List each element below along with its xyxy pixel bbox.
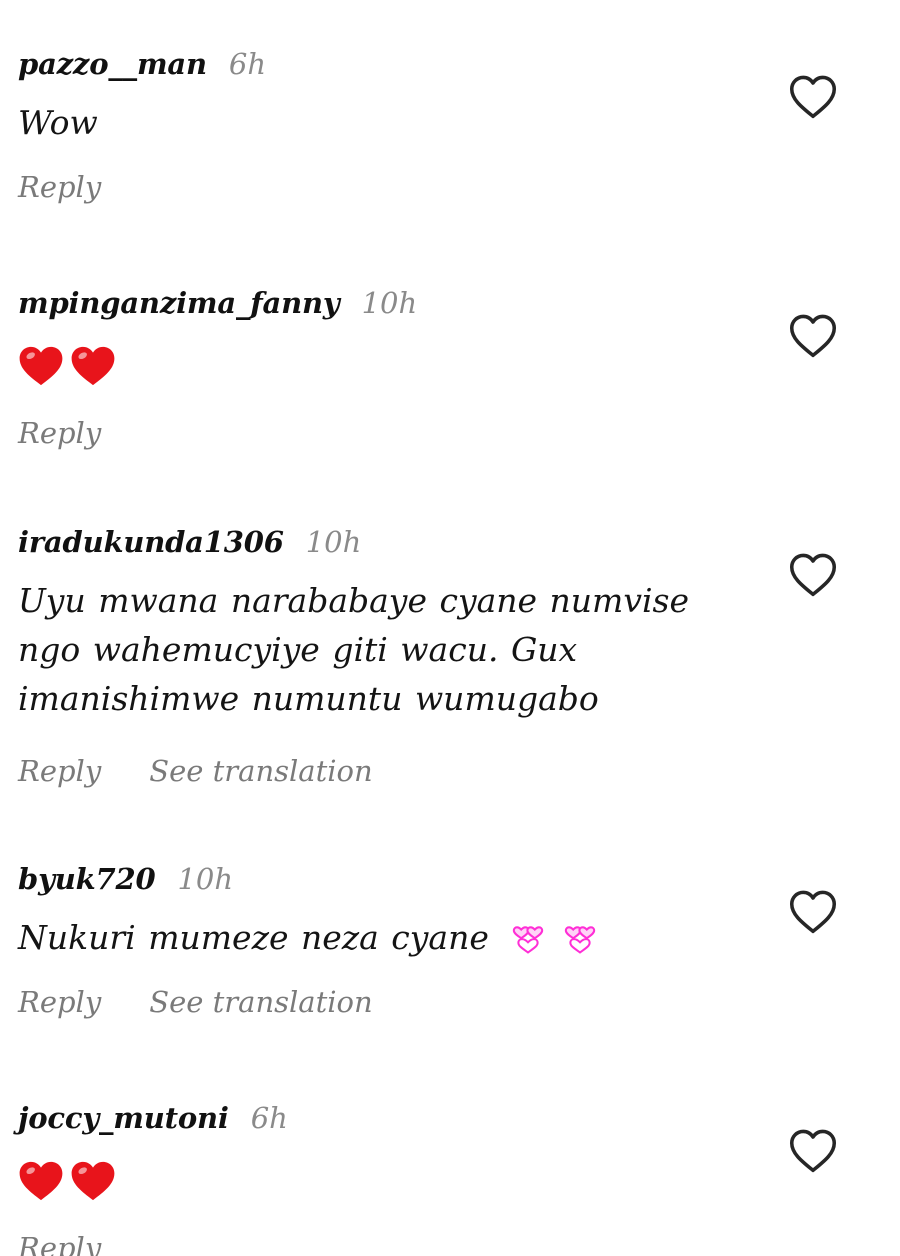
reply-button[interactable]: Reply (18, 985, 101, 1019)
comment-list: pazzo__man 6h Wow Reply mpinganzima_fann… (0, 0, 900, 1256)
comment-username[interactable]: mpinganzima_fanny (18, 286, 340, 320)
comment-meta: mpinganzima_fanny 10h (18, 283, 878, 323)
comment-text: Wow (18, 103, 98, 142)
comment-actions: Reply (18, 411, 878, 455)
comment-actions: Reply (18, 1226, 878, 1256)
comment-item: iradukunda1306 10h Uyu mwana narababaye … (18, 522, 878, 793)
comment-actions: Reply See translation (18, 749, 878, 793)
comment-timestamp: 10h (305, 525, 362, 559)
comment-text: Nukuri mumeze neza cyane (18, 918, 489, 957)
comment-actions: Reply See translation (18, 980, 878, 1024)
comment-emoji (18, 341, 878, 391)
comment-item: mpinganzima_fanny 10h Reply (18, 283, 878, 455)
comment-username[interactable]: iradukunda1306 (18, 525, 284, 559)
two-hearts-emoji (564, 926, 596, 954)
red-heart-emoji (19, 1161, 63, 1201)
reply-button[interactable]: Reply (18, 170, 101, 204)
red-heart-emoji (19, 346, 63, 386)
heart-outline-icon[interactable] (788, 1128, 838, 1174)
comment-username[interactable]: byuk720 (18, 862, 156, 896)
comment-meta: iradukunda1306 10h (18, 522, 878, 562)
comment-username[interactable]: pazzo__man (18, 47, 207, 81)
comment-username[interactable]: joccy_mutoni (18, 1101, 229, 1135)
red-heart-emoji (71, 346, 115, 386)
reply-button[interactable]: Reply (18, 1231, 101, 1256)
comment-timestamp: 6h (250, 1101, 288, 1135)
comment-meta: byuk720 10h (18, 859, 878, 899)
red-heart-emoji (71, 1161, 115, 1201)
comment-timestamp: 10h (361, 286, 418, 320)
comment-body: Nukuri mumeze neza cyane (18, 913, 738, 962)
comment-item: byuk720 10h Nukuri mumeze neza cyane Rep… (18, 859, 878, 1024)
comment-item: joccy_mutoni 6h Reply (18, 1098, 878, 1256)
comment-emoji (511, 925, 597, 955)
comment-timestamp: 10h (177, 862, 234, 896)
comment-text: Uyu mwana narababaye cyane numvise ngo w… (18, 581, 689, 718)
reply-button[interactable]: Reply (18, 754, 101, 788)
heart-outline-icon[interactable] (788, 313, 838, 359)
heart-outline-icon[interactable] (788, 889, 838, 935)
comment-item: pazzo__man 6h Wow Reply (18, 44, 878, 209)
two-hearts-emoji (512, 926, 544, 954)
reply-button[interactable]: Reply (18, 416, 101, 450)
see-translation-button[interactable]: See translation (149, 754, 372, 788)
heart-outline-icon[interactable] (788, 74, 838, 120)
comment-meta: joccy_mutoni 6h (18, 1098, 878, 1138)
see-translation-button[interactable]: See translation (149, 985, 372, 1019)
comment-timestamp: 6h (228, 47, 267, 81)
comment-actions: Reply (18, 165, 878, 209)
comment-meta: pazzo__man 6h (18, 44, 878, 84)
heart-outline-icon[interactable] (788, 552, 838, 598)
comment-emoji (18, 1156, 878, 1206)
